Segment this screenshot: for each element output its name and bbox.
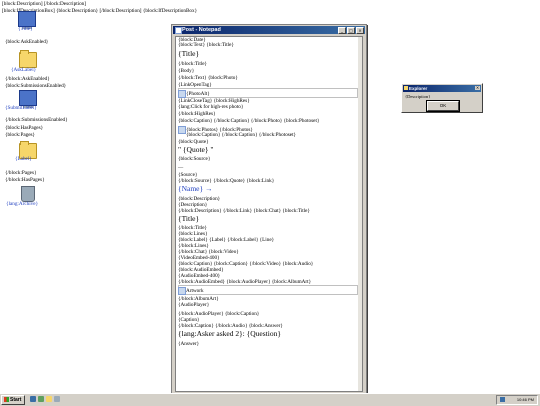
block-submissions-enabled: {block:SubmissionsEnabled}: [5, 83, 67, 89]
taskbar: Start 10:46 PM: [0, 393, 540, 406]
end-pages: {/block:Pages}: [5, 170, 37, 176]
np-line: {/block:HighRes}: [178, 111, 216, 117]
np-line: {AudioPlayer}: [178, 302, 210, 308]
notepad-scrollbar[interactable]: [358, 37, 362, 391]
notepad-title: Post - Notepad: [182, 27, 221, 33]
start-button[interactable]: Start: [1, 395, 25, 405]
clock[interactable]: 10:46 PM: [517, 397, 534, 403]
np-line: {Title}: [178, 49, 200, 58]
np-line: {block:Caption} {/block:Caption} {/block…: [178, 118, 320, 124]
submit-computer-icon[interactable]: [19, 90, 37, 108]
block-ask-enabled: {block:AskEnabled}: [5, 39, 49, 45]
np-link-name[interactable]: {Name} →: [178, 185, 212, 193]
explorer-dialog-title: Explorer: [409, 86, 428, 91]
photos-placeholder-icon: [178, 126, 186, 134]
explorer-quicklaunch-icon[interactable]: [46, 396, 52, 402]
end-submissions-enabled: {/block:SubmissionsEnabled}: [5, 117, 68, 123]
desktop-icon-title-label[interactable]: {Title}: [18, 26, 33, 32]
artwork-placeholder-icon: [178, 287, 186, 295]
recycle-bin-icon[interactable]: [21, 186, 35, 202]
np-line: {lang:Click for high-res photo}: [178, 104, 244, 110]
desktop-icon-archive-label[interactable]: {lang:Archive}: [6, 201, 38, 207]
np-line: {Answer}: [178, 341, 200, 347]
system-tray: 10:46 PM: [496, 395, 538, 405]
np-line: {/block:Text} {block:Photo}: [178, 75, 238, 81]
notepad-app-icon: [175, 27, 182, 34]
block-pages: {block:Pages}: [5, 132, 36, 138]
title-computer-icon[interactable]: [18, 11, 36, 29]
maximize-button[interactable]: □: [347, 27, 355, 34]
end-has-pages: {/block:HasPages}: [5, 177, 45, 183]
block-has-pages: {block:HasPages}: [5, 125, 44, 131]
np-line: {PhotoAlt}: [178, 90, 210, 98]
windows-logo-icon: [4, 397, 9, 403]
np-line: {block:Caption} {/block:Caption} {/block…: [186, 132, 297, 138]
ask-folder-icon[interactable]: [19, 50, 37, 68]
np-line: {block:Text} {block:Title}: [178, 42, 234, 48]
desktop-header-line-1: [block:Description] [/block:Description]: [2, 1, 86, 7]
np-line: {Title}: [178, 214, 200, 223]
np-line: " {Quote} ": [178, 145, 214, 154]
np-line: {block:Source}: [178, 156, 211, 162]
minimize-button[interactable]: _: [338, 27, 346, 34]
notepad-text-area[interactable]: {block:Date} {block:Text} {block:Title} …: [175, 36, 363, 392]
explorer-dialog-titlebar[interactable]: Explorer ×: [403, 85, 481, 92]
np-line: {Body}: [178, 68, 195, 74]
end-ask-enabled: {/block:AskEnabled}: [5, 76, 50, 82]
media-icon[interactable]: [54, 396, 60, 402]
np-line: —: [178, 165, 184, 171]
ie-icon[interactable]: [30, 396, 36, 402]
close-button[interactable]: ×: [356, 27, 364, 34]
volume-icon[interactable]: [500, 397, 505, 402]
dialog-close-button[interactable]: ×: [475, 86, 480, 90]
desktop-icon-label[interactable]: {Label}: [15, 156, 32, 162]
dialog-message: {Description}: [405, 94, 431, 99]
explorer-dialog[interactable]: Explorer × {Description} OK: [401, 83, 483, 113]
photo-placeholder-icon: [178, 90, 186, 98]
start-label: Start: [10, 397, 22, 403]
explorer-icon: [404, 86, 408, 90]
np-line: {/block:Title}: [178, 61, 207, 67]
np-line: {lang:Asker asked 2}: {Question}: [178, 329, 281, 338]
desktop-icon[interactable]: [38, 396, 44, 402]
np-line: Artwork: [178, 287, 204, 295]
desktop-icon-ask-label[interactable]: {AskLabel}: [11, 67, 36, 73]
ok-button[interactable]: OK: [426, 100, 460, 112]
notepad-window[interactable]: Post - Notepad _ □ × {block:Date} {block…: [171, 24, 367, 396]
desktop-icon-submit-label[interactable]: {SubmitLabel}: [5, 105, 37, 111]
notepad-titlebar[interactable]: Post - Notepad _ □ ×: [173, 26, 365, 34]
artwork-frame: [178, 285, 358, 295]
